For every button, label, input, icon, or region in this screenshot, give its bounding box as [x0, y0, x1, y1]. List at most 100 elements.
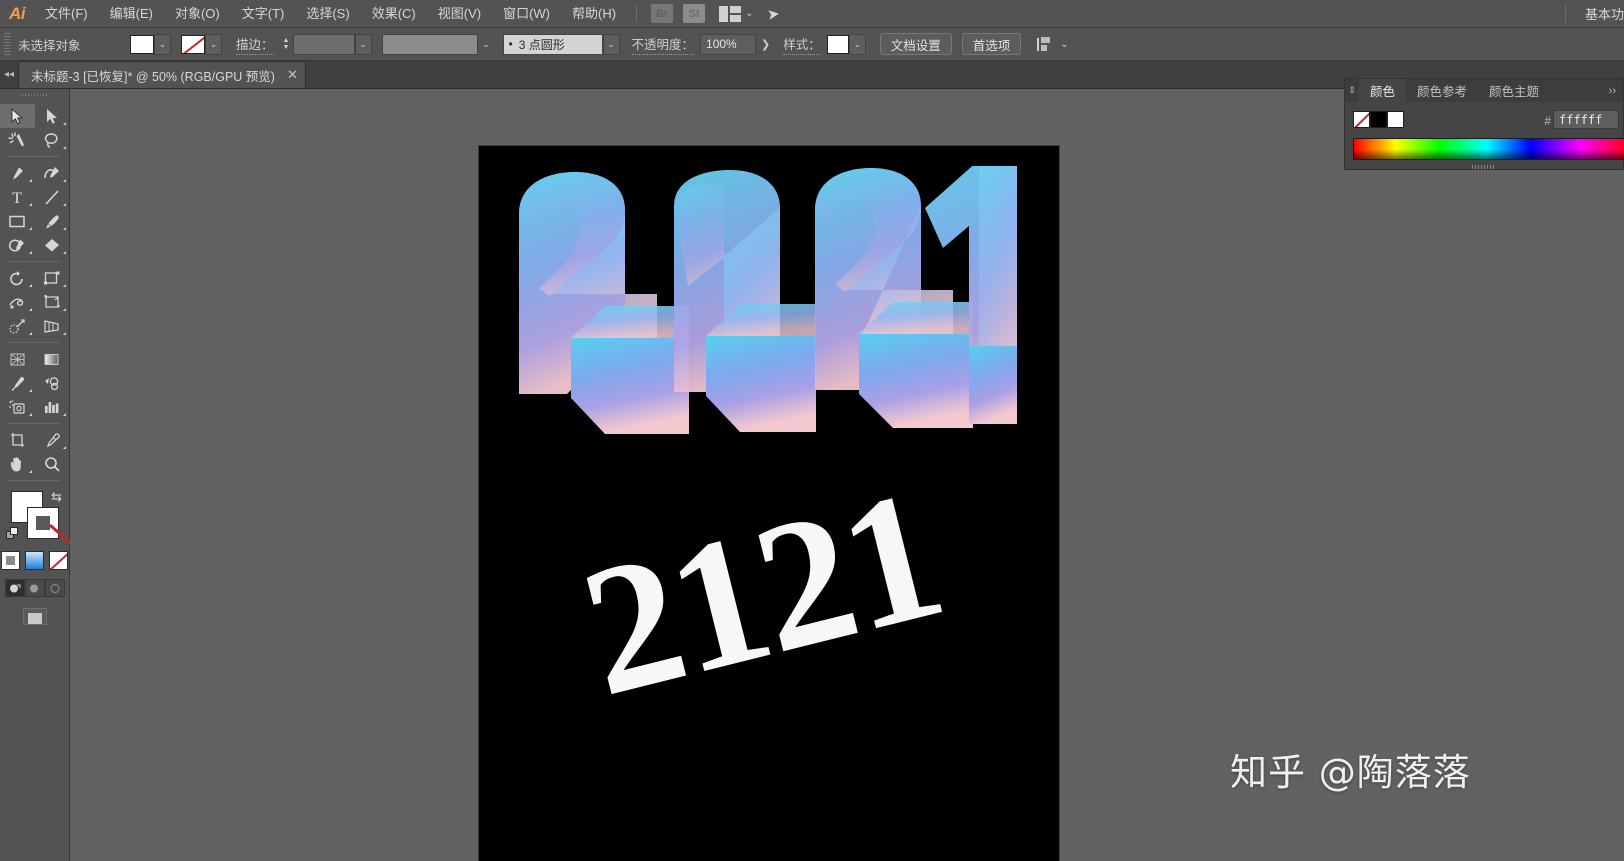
- color-panel-grip-icon[interactable]: ⇕: [1345, 79, 1359, 102]
- width-tool[interactable]: [0, 290, 35, 314]
- zoom-tool[interactable]: [35, 452, 70, 476]
- scale-tool[interactable]: [35, 266, 70, 290]
- document-tab[interactable]: 未标题-3 [已恢复]* @ 50% (RGB/GPU 预览) ✕: [18, 61, 306, 88]
- pen-tool[interactable]: [0, 161, 35, 185]
- color-panel-body: # ffffff: [1345, 102, 1624, 170]
- color-swatch-none[interactable]: [1353, 111, 1370, 128]
- free-transform-tool[interactable]: [35, 290, 70, 314]
- stroke-weight-stepper[interactable]: ▲ ▼: [280, 34, 293, 55]
- tools-panel-grip[interactable]: [21, 91, 48, 101]
- color-mode-gradient-button[interactable]: [25, 551, 44, 570]
- svg-text:2121: 2121: [564, 486, 957, 716]
- slice-tool[interactable]: [35, 428, 70, 452]
- fill-chevron-down-icon[interactable]: ⌄: [154, 33, 171, 55]
- menu-effect[interactable]: 效果(C): [361, 0, 427, 28]
- lasso-tool[interactable]: [35, 128, 70, 152]
- paintbrush-tool[interactable]: [35, 209, 70, 233]
- magic-wand-tool[interactable]: [0, 128, 35, 152]
- stroke-chevron-down-icon[interactable]: ⌄: [205, 33, 222, 55]
- eyedropper-tool[interactable]: [0, 371, 35, 395]
- gradient-tool[interactable]: [35, 347, 70, 371]
- close-icon[interactable]: ✕: [287, 67, 298, 83]
- workspace-selector[interactable]: 基本功: [1585, 4, 1624, 23]
- arrange-documents-icon[interactable]: [719, 5, 742, 22]
- draw-normal-icon[interactable]: [4, 579, 25, 597]
- stroke-profile-input[interactable]: [381, 33, 478, 55]
- rotate-tool[interactable]: [0, 266, 35, 290]
- extruded-number-artwork[interactable]: [509, 160, 1029, 436]
- artboard-tool[interactable]: [0, 428, 35, 452]
- align-options-icon[interactable]: [1037, 36, 1057, 52]
- brush-chevron-down-icon[interactable]: ⌄: [602, 33, 620, 55]
- hex-input[interactable]: ffffff: [1553, 110, 1619, 129]
- menu-object[interactable]: 对象(O): [164, 0, 231, 28]
- brush-definition-value: 3 点圆形: [518, 37, 565, 52]
- shape-builder-tool[interactable]: [0, 314, 35, 338]
- hex-hash-label: #: [1544, 114, 1551, 128]
- swap-fill-stroke-icon[interactable]: ⇆: [51, 489, 62, 505]
- tab-color[interactable]: 颜色: [1359, 79, 1407, 102]
- document-setup-button[interactable]: 文档设置: [879, 33, 952, 55]
- arrange-chevron-down-icon[interactable]: ⌄: [745, 8, 753, 19]
- tools-divider-4: [8, 423, 61, 424]
- stroke-weight-input[interactable]: [292, 33, 355, 55]
- draw-behind-icon[interactable]: [24, 579, 45, 597]
- direct-selection-tool[interactable]: [35, 104, 70, 128]
- blend-tool[interactable]: [35, 371, 70, 395]
- screen-mode-icon[interactable]: [22, 608, 47, 625]
- align-chevron-down-icon[interactable]: ⌄: [1060, 39, 1068, 50]
- menu-type[interactable]: 文字(T): [231, 0, 296, 28]
- share-rocket-icon[interactable]: ➤: [766, 4, 781, 24]
- control-bar-grip[interactable]: [4, 33, 11, 55]
- stroke-swatch[interactable]: [181, 34, 205, 54]
- menu-file[interactable]: 文件(F): [34, 0, 99, 28]
- menu-view[interactable]: 视图(V): [427, 0, 492, 28]
- color-panel-tabs: ⇕ 颜色 颜色参考 颜色主题 ››: [1345, 79, 1623, 102]
- artboard[interactable]: 2121: [479, 146, 1059, 861]
- color-mode-color-button[interactable]: [1, 551, 20, 570]
- color-mode-none-button[interactable]: [49, 551, 68, 570]
- perspective-grid-tool[interactable]: [35, 314, 70, 338]
- line-segment-tool[interactable]: [35, 185, 70, 209]
- opacity-input[interactable]: 100%: [700, 33, 757, 55]
- curvature-tool[interactable]: [35, 161, 70, 185]
- menu-select[interactable]: 选择(S): [295, 0, 360, 28]
- color-spectrum-ramp[interactable]: [1353, 138, 1624, 160]
- mesh-tool[interactable]: [0, 347, 35, 371]
- shaper-tool[interactable]: [0, 233, 35, 257]
- tab-color-themes[interactable]: 颜色主题: [1478, 79, 1550, 102]
- tools-divider-5: [8, 480, 61, 481]
- rectangle-tool[interactable]: [0, 209, 35, 233]
- tabbar-collapse-icon[interactable]: ◂◂: [0, 60, 18, 88]
- draw-inside-icon[interactable]: [44, 579, 65, 597]
- tab-color-guide[interactable]: 颜色参考: [1406, 79, 1478, 102]
- tools-divider-1: [8, 156, 61, 157]
- eraser-tool[interactable]: [35, 233, 70, 257]
- selection-status-label: 未选择对象: [18, 38, 81, 53]
- stroke-profile-chevron-down-icon[interactable]: ⌄: [478, 34, 495, 55]
- default-fill-stroke-icon[interactable]: [6, 527, 20, 541]
- menu-window[interactable]: 窗口(W): [492, 0, 561, 28]
- color-panel-collapse-icon[interactable]: ››: [1602, 79, 1623, 102]
- flat-number-artwork[interactable]: 2121: [519, 486, 1019, 716]
- color-panel-resize-grip[interactable]: [1472, 165, 1496, 169]
- toolbar-stroke-swatch[interactable]: [27, 507, 85, 556]
- column-graph-tool[interactable]: [35, 395, 70, 419]
- color-swatch-black[interactable]: [1370, 111, 1387, 128]
- bridge-icon[interactable]: Br: [651, 4, 674, 23]
- style-chevron-down-icon[interactable]: ⌄: [848, 33, 866, 55]
- menu-edit[interactable]: 编辑(E): [99, 0, 164, 28]
- type-tool[interactable]: T: [0, 185, 35, 209]
- opacity-flyout-arrow-icon[interactable]: ❯: [756, 38, 775, 51]
- fill-swatch[interactable]: [130, 34, 154, 54]
- color-swatch-white[interactable]: [1387, 111, 1404, 128]
- stock-icon[interactable]: St: [683, 4, 706, 23]
- style-swatch[interactable]: [826, 34, 849, 54]
- stroke-weight-chevron-down-icon[interactable]: ⌄: [354, 33, 372, 55]
- symbol-sprayer-tool[interactable]: [0, 395, 35, 419]
- screen-mode-button-wrap: [0, 608, 69, 625]
- menu-help[interactable]: 帮助(H): [561, 0, 627, 28]
- hand-tool[interactable]: [0, 452, 35, 476]
- preferences-button[interactable]: 首选项: [961, 33, 1022, 55]
- selection-tool[interactable]: [0, 104, 35, 128]
